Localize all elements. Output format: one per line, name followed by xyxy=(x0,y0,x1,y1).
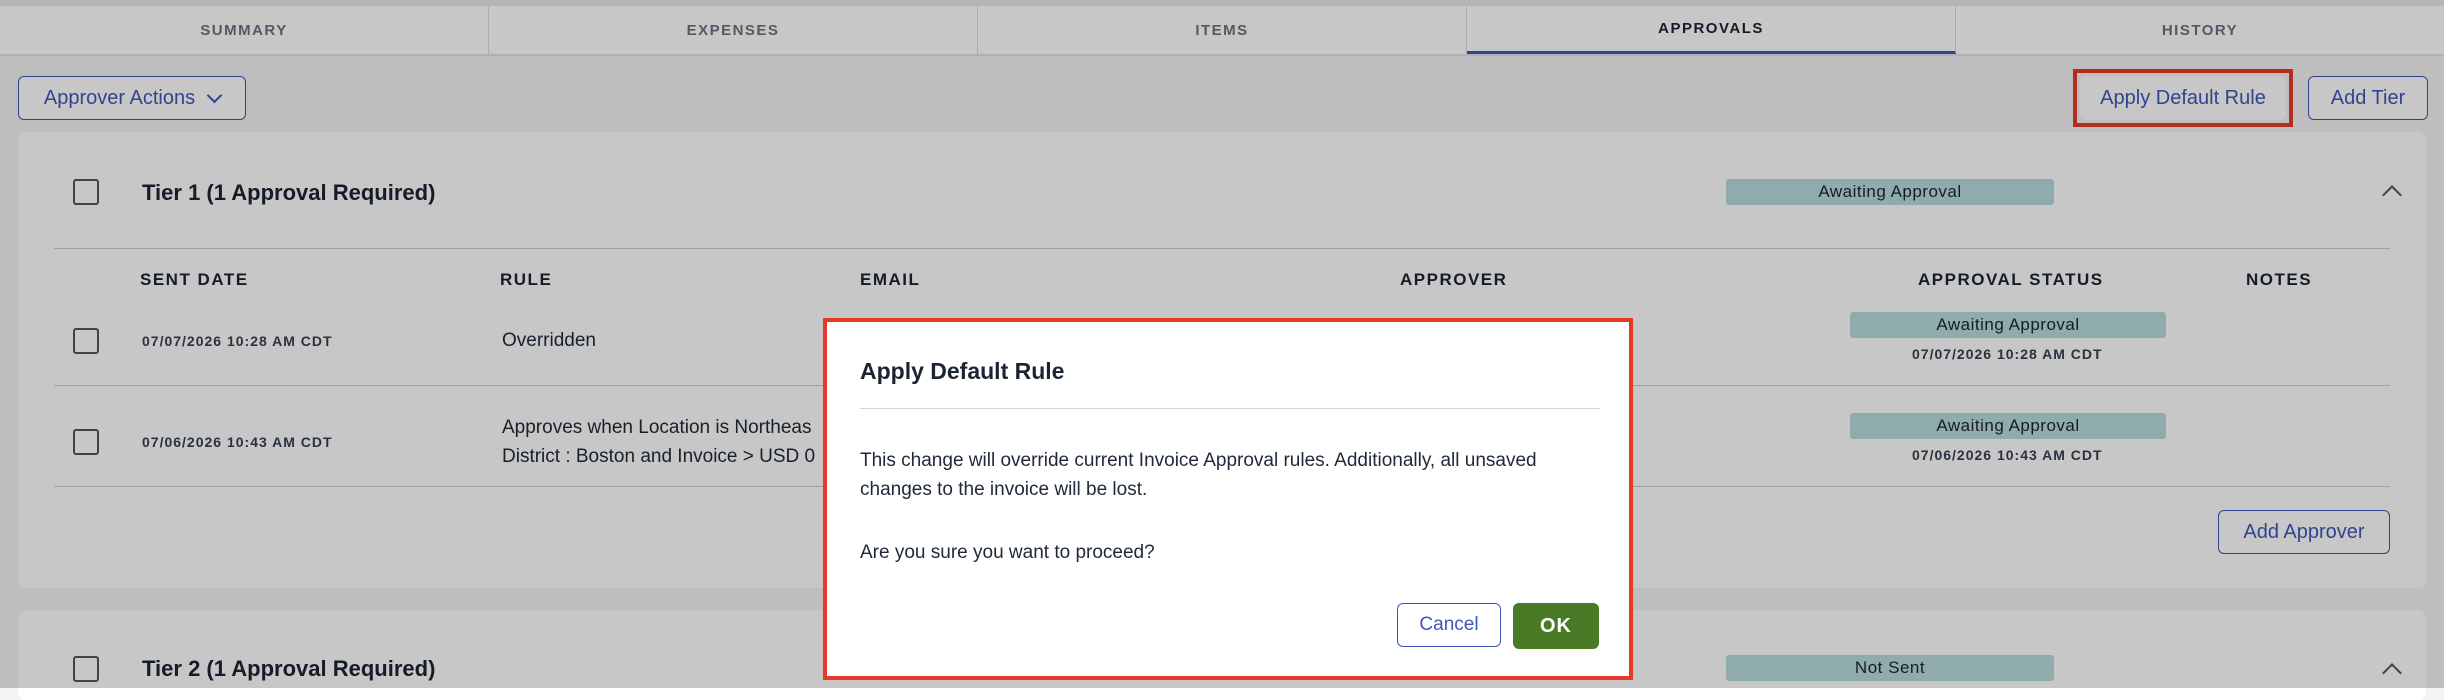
dialog-message: This change will override current Invoic… xyxy=(860,450,1537,500)
dialog-divider xyxy=(860,408,1600,409)
dialog-title: Apply Default Rule xyxy=(860,358,1065,384)
ok-button[interactable]: OK xyxy=(1513,603,1599,649)
dialog-question: Are you sure you want to proceed? xyxy=(860,542,1155,563)
apply-default-rule-dialog: Apply Default Rule This change will over… xyxy=(823,318,1633,680)
cancel-button[interactable]: Cancel xyxy=(1397,603,1501,647)
